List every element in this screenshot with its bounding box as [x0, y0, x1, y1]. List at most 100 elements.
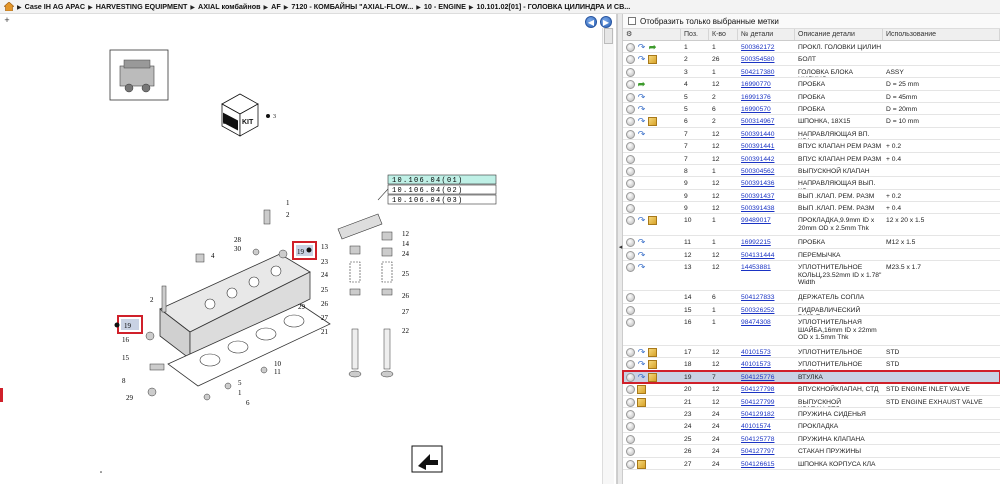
package-icon[interactable]	[637, 397, 646, 407]
table-row[interactable]: ↷ 18 12 40101573 УПЛОТНИТЕЛЬНОЕ КОЛЬЦ STD	[623, 358, 1000, 371]
part-number-link[interactable]: 504125778	[741, 436, 774, 443]
info-icon[interactable]	[626, 409, 635, 419]
info-icon[interactable]	[626, 360, 635, 370]
breadcrumb-item[interactable]: AXIAL комбайнов	[198, 2, 260, 11]
info-icon[interactable]	[626, 92, 635, 102]
table-row[interactable]: ↷ ➦ 1 1 500362172 ПРОКЛ. ГОЛОВКИ ЦИЛИН	[623, 41, 1000, 54]
col-description[interactable]: Описание детали	[795, 29, 883, 40]
table-row[interactable]: 8 1 500304562 ВЫПУСКНОЙ КЛАПАН	[623, 165, 1000, 178]
redo-arrow-icon[interactable]: ↷	[637, 348, 646, 357]
table-row[interactable]: ↷ 6 2 500314967 ШПОНКА, 18Х15 D = 10 mm	[623, 115, 1000, 128]
table-row[interactable]: 9 12 500391436 НАПРАВЛЯЮЩАЯ ВЫП. КЛ	[623, 177, 1000, 190]
part-number-link[interactable]: 504131444	[741, 252, 774, 259]
part-number-link[interactable]: 504217380	[741, 69, 774, 76]
info-icon[interactable]	[626, 154, 635, 164]
info-icon[interactable]	[626, 104, 635, 114]
info-icon[interactable]	[626, 318, 635, 328]
table-row[interactable]: 23 24 504129182 ПРУЖИНА СИДЕНЬЯ	[623, 408, 1000, 421]
package-icon[interactable]	[648, 55, 657, 65]
info-icon[interactable]	[626, 250, 635, 260]
package-icon[interactable]	[648, 372, 657, 382]
table-row[interactable]: ↷ 13 12 14453881 УПЛОТНИТЕЛЬНОЕ КОЛЬЦ,23.52m…	[623, 261, 1000, 292]
home-icon[interactable]	[4, 2, 14, 11]
table-row[interactable]: 27 24 504126615 ШПОНКА КОРПУСА КЛА	[623, 458, 1000, 470]
part-number-link[interactable]: 504129182	[741, 411, 774, 418]
redo-arrow-icon[interactable]: ↷	[637, 55, 646, 64]
info-icon[interactable]	[626, 385, 635, 395]
table-row[interactable]: ➦ 4 12 16990770 ПРОБКА D = 25 mm	[623, 78, 1000, 91]
highlight-callout-19[interactable]: 19	[292, 241, 317, 260]
redo-arrow-icon[interactable]: ↷	[637, 129, 646, 139]
package-icon[interactable]	[648, 348, 657, 358]
part-number-link[interactable]: 14453881	[741, 264, 771, 271]
info-icon[interactable]	[626, 305, 635, 315]
info-icon[interactable]	[626, 422, 635, 432]
info-icon[interactable]	[626, 179, 635, 189]
part-number-link[interactable]: 40101573	[741, 361, 771, 368]
part-number-link[interactable]: 99489017	[741, 217, 771, 224]
part-number-link[interactable]: 500391441	[741, 143, 774, 150]
green-arrow-icon[interactable]: ➦	[637, 80, 646, 89]
part-number-link[interactable]: 16992215	[741, 239, 771, 246]
table-row[interactable]: 9 12 500391438 ВЫП .КЛАП. РЕМ. РАЗМ + 0.4	[623, 202, 1000, 215]
table-row[interactable]: ↷ 11 1 16992215 ПРОБКА M12 x 1.5	[623, 236, 1000, 249]
package-icon[interactable]	[637, 385, 646, 395]
part-number-link[interactable]: 500391437	[741, 193, 774, 200]
kit-box[interactable]: KIT KIT	[221, 93, 259, 137]
part-number-link[interactable]: 500362172	[741, 44, 774, 51]
part-number-link[interactable]: 40101573	[741, 349, 771, 356]
redo-arrow-icon[interactable]: ↷	[637, 117, 646, 126]
scrollbar-thumb[interactable]	[604, 28, 613, 44]
info-icon[interactable]	[626, 129, 635, 139]
info-icon[interactable]	[626, 459, 635, 469]
breadcrumb-item[interactable]: AF	[271, 2, 281, 11]
table-row[interactable]: ↷ 5 6 16990570 ПРОБКА D = 20mm	[623, 103, 1000, 116]
table-row[interactable]: ↷ 10 1 99489017 ПРОКЛАДКА,9.9mm ID x 20mm OD…	[623, 214, 1000, 237]
table-row[interactable]: 7 12 500391442 ВПУС КЛАПАН РЕМ РАЗМ + 0.4	[623, 153, 1000, 165]
breadcrumb-item[interactable]: 7120 - КОМБАЙНЫ "AXIAL-FLOW...	[291, 2, 413, 11]
breadcrumb-item[interactable]: 10 - ENGINE	[424, 2, 466, 11]
redo-arrow-icon[interactable]: ↷	[637, 250, 646, 260]
highlight-callout-19-b[interactable]: 19	[114, 315, 143, 334]
show-selected-checkbox[interactable]	[628, 17, 636, 25]
part-number-link[interactable]: 504127797	[741, 448, 774, 455]
info-icon[interactable]	[626, 263, 635, 273]
part-number-link[interactable]: 16990570	[741, 106, 771, 113]
table-row[interactable]: ↷ 7 12 500391440 НАПРАВЛЯЮЩАЯ ВП. КЛА	[623, 128, 1000, 141]
breadcrumb-item[interactable]: Case IH AG APAC	[25, 2, 85, 11]
redo-arrow-icon[interactable]: ↷	[637, 104, 646, 114]
part-number-link[interactable]: 16990770	[741, 81, 771, 88]
ref-number-2[interactable]: 10.106.04(02)	[392, 187, 464, 195]
col-qty[interactable]: К-во	[709, 29, 738, 40]
info-icon[interactable]	[626, 204, 635, 214]
part-number-link[interactable]: 500304562	[741, 168, 774, 175]
arrow-right-icon[interactable]: ▶	[600, 16, 612, 28]
col-usage[interactable]: Использование	[883, 29, 1000, 40]
breadcrumb-item[interactable]: 10.101.02[01] - ГОЛОВКА ЦИЛИНДРА И СВ...	[477, 2, 631, 11]
table-row[interactable]: ↷ 17 12 40101573 УПЛОТНИТЕЛЬНОЕ КОЛЬЦ STD	[623, 346, 1000, 359]
info-icon[interactable]	[626, 67, 635, 77]
table-row[interactable]: 14 6 504127833 ДЕРЖАТЕЛЬ СОПЛА	[623, 291, 1000, 304]
ref-number-1[interactable]: 10.106.04(01)	[392, 177, 464, 185]
part-number-link[interactable]: 500391436	[741, 180, 774, 187]
part-number-link[interactable]: 500391440	[741, 131, 774, 138]
table-row[interactable]: 9 12 500391437 ВЫП .КЛАП. РЕМ. РАЗМ + 0.2	[623, 190, 1000, 203]
info-icon[interactable]	[626, 43, 635, 52]
part-number-link[interactable]: 98474308	[741, 319, 771, 326]
next-page-arrow-icon[interactable]	[411, 445, 443, 473]
table-row[interactable]: 3 1 504217380 ГОЛОВКА БЛОКА ЦИЛИНД ASSY	[623, 66, 1000, 79]
info-icon[interactable]	[626, 166, 635, 176]
table-row[interactable]: 15 1 500326252 ГИДРАВЛИЧЕСКИЙ РАЗЪЕ	[623, 304, 1000, 317]
info-icon[interactable]	[626, 447, 635, 457]
info-icon[interactable]	[626, 372, 635, 382]
part-number-link[interactable]: 40101574	[741, 423, 771, 430]
redo-arrow-icon[interactable]: ↷	[637, 92, 646, 102]
info-icon[interactable]	[626, 80, 635, 90]
settings-icon[interactable]: ⚙	[623, 29, 681, 40]
package-icon[interactable]	[648, 360, 657, 370]
part-number-link[interactable]: 504125776	[741, 374, 774, 381]
table-row[interactable]: 16 1 98474308 УПЛОТНИТЕЛЬНАЯ ШАЙБА,16mm ID …	[623, 316, 1000, 347]
table-row[interactable]: 20 12 504127798 ВПУСКНОЙКЛАПАН, СТД STD ENGI…	[623, 383, 1000, 396]
table-row[interactable]: ↷ 19 7 504125776 ВТУЛКА	[622, 369, 1000, 385]
info-icon[interactable]	[626, 293, 635, 303]
